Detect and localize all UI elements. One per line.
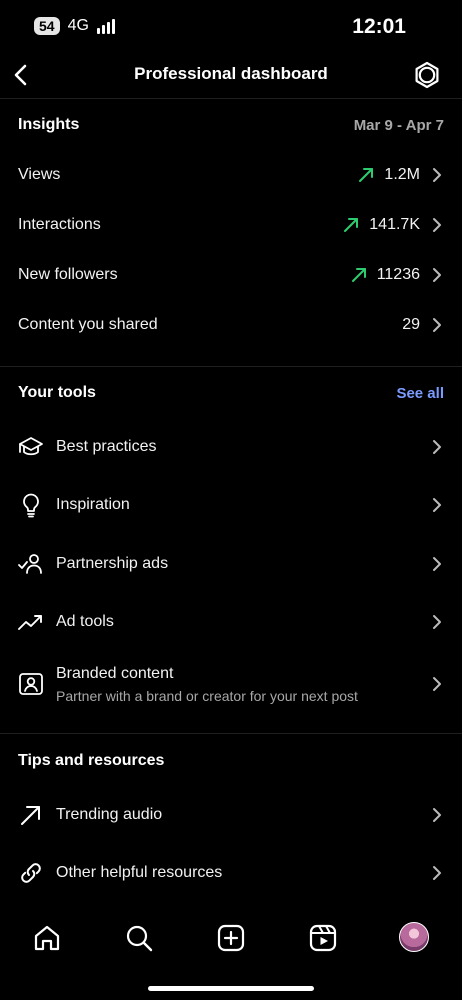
trend-up-icon bbox=[351, 268, 366, 282]
trend-up-icon bbox=[359, 168, 374, 182]
insight-value-text: 1.2M bbox=[384, 166, 420, 183]
reels-icon[interactable] bbox=[308, 923, 338, 953]
insight-value-text: 11236 bbox=[376, 266, 420, 283]
insight-value: 141.7K bbox=[343, 216, 420, 234]
tool-label: Partnership ads bbox=[56, 555, 169, 572]
insight-label: Interactions bbox=[18, 216, 101, 233]
chevron-right-icon bbox=[433, 866, 441, 880]
tip-label: Other helpful resources bbox=[56, 864, 223, 881]
tools-header: Your tools See all bbox=[18, 381, 444, 405]
network-type: 4G bbox=[67, 17, 89, 34]
tool-best-practices[interactable]: Best practices bbox=[0, 423, 462, 471]
insight-value: 29 bbox=[402, 316, 420, 334]
tip-trending-audio[interactable]: Trending audio bbox=[0, 791, 462, 839]
insight-row-content-shared[interactable]: Content you shared 29 bbox=[0, 305, 462, 345]
insight-value: 11236 bbox=[351, 266, 420, 284]
branded-content-icon bbox=[19, 673, 43, 695]
page-title: Professional dashboard bbox=[134, 64, 328, 83]
tips-header: Tips and resources bbox=[18, 749, 444, 773]
bottom-tab-bar bbox=[0, 910, 462, 1000]
tips-title: Tips and resources bbox=[18, 752, 165, 769]
tool-ad-tools[interactable]: Ad tools bbox=[0, 598, 462, 646]
chevron-right-icon bbox=[433, 557, 441, 571]
insight-label: Views bbox=[18, 166, 61, 183]
chevron-right-icon bbox=[433, 677, 441, 691]
status-left: 54 4G bbox=[34, 17, 115, 35]
chevron-right-icon bbox=[433, 168, 441, 182]
see-all-link[interactable]: See all bbox=[396, 385, 444, 402]
insight-label: New followers bbox=[18, 266, 118, 283]
status-bar: 54 4G 12:01 bbox=[0, 0, 462, 56]
home-icon[interactable] bbox=[32, 923, 62, 953]
tool-label: Inspiration bbox=[56, 496, 130, 513]
tool-subtitle: Partner with a brand or creator for your… bbox=[56, 688, 358, 704]
insight-value: 1.2M bbox=[358, 166, 420, 184]
partnership-icon bbox=[18, 554, 42, 574]
battery-indicator: 54 bbox=[34, 17, 60, 35]
tool-label: Branded content bbox=[56, 665, 174, 682]
trend-up-icon bbox=[18, 615, 42, 630]
top-bar: Professional dashboard bbox=[0, 56, 462, 96]
chevron-right-icon bbox=[433, 808, 441, 822]
arrow-up-right-icon bbox=[21, 806, 40, 825]
tip-label: Trending audio bbox=[56, 806, 163, 823]
header-divider bbox=[0, 98, 462, 99]
chevron-right-icon bbox=[433, 440, 441, 454]
tools-title: Your tools bbox=[18, 384, 96, 401]
chevron-right-icon bbox=[433, 498, 441, 512]
chevron-right-icon bbox=[433, 218, 441, 232]
insight-value-text: 141.7K bbox=[369, 216, 420, 233]
graduation-cap-icon bbox=[19, 437, 43, 456]
link-icon bbox=[21, 863, 41, 883]
clock: 12:01 bbox=[352, 15, 406, 38]
chevron-right-icon bbox=[433, 615, 441, 629]
tool-label: Ad tools bbox=[56, 613, 114, 630]
tool-branded-content[interactable]: Branded content Partner with a brand or … bbox=[0, 660, 462, 708]
tool-label: Best practices bbox=[56, 438, 157, 455]
section-divider bbox=[0, 366, 462, 367]
chevron-right-icon bbox=[433, 318, 441, 332]
tool-inspiration[interactable]: Inspiration bbox=[0, 481, 462, 529]
insight-row-interactions[interactable]: Interactions 141.7K bbox=[0, 205, 462, 245]
tool-partnership-ads[interactable]: Partnership ads bbox=[0, 540, 462, 588]
insight-label: Content you shared bbox=[18, 316, 158, 333]
home-indicator bbox=[148, 986, 314, 991]
insight-value-text: 29 bbox=[402, 316, 420, 333]
chevron-right-icon bbox=[433, 268, 441, 282]
signal-icon bbox=[96, 18, 115, 34]
insights-header: Insights Mar 9 - Apr 7 bbox=[18, 113, 444, 137]
insight-row-views[interactable]: Views 1.2M bbox=[0, 155, 462, 195]
trend-up-icon bbox=[344, 218, 359, 232]
insights-title: Insights bbox=[18, 116, 80, 133]
section-divider bbox=[0, 733, 462, 734]
insight-row-new-followers[interactable]: New followers 11236 bbox=[0, 255, 462, 295]
create-icon[interactable] bbox=[216, 923, 246, 953]
profile-avatar[interactable] bbox=[399, 922, 429, 952]
tip-other-resources[interactable]: Other helpful resources bbox=[0, 849, 462, 897]
gear-icon[interactable] bbox=[413, 61, 441, 89]
search-icon[interactable] bbox=[124, 923, 154, 953]
lightbulb-icon bbox=[23, 493, 39, 518]
insights-date-range[interactable]: Mar 9 - Apr 7 bbox=[354, 117, 444, 134]
